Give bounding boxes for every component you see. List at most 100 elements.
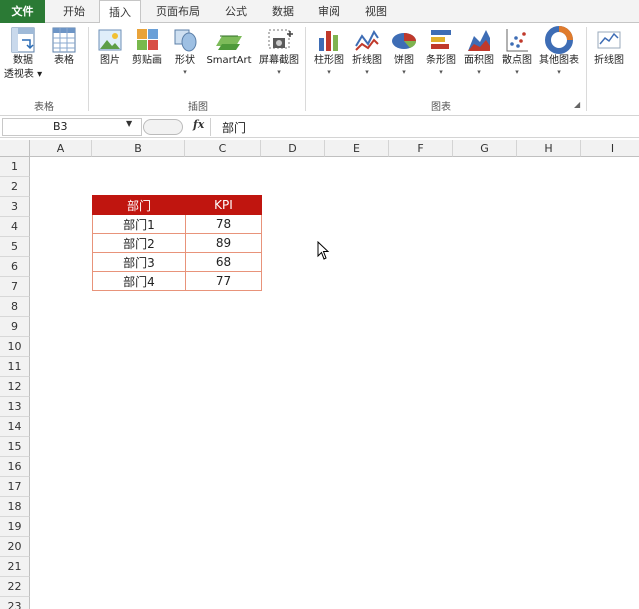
row-header[interactable]: 15 xyxy=(0,437,30,457)
clipart-button[interactable]: 剪贴画 xyxy=(128,26,166,68)
formula-bar-resize-handle[interactable] xyxy=(143,119,183,135)
row-header[interactable]: 4 xyxy=(0,217,30,237)
screenshot-icon xyxy=(268,29,293,49)
table-row: 部门2 89 xyxy=(92,233,262,253)
tab-view[interactable]: 视图 xyxy=(356,0,396,23)
row-header[interactable]: 10 xyxy=(0,337,30,357)
name-box-value: B3 xyxy=(53,120,68,133)
row-header[interactable]: 7 xyxy=(0,277,30,297)
line-chart-icon xyxy=(355,30,379,51)
cell-department[interactable]: 部门2 xyxy=(92,233,186,253)
tab-data[interactable]: 数据 xyxy=(263,0,303,23)
worksheet-grid[interactable]: A B C D E F G H I 1 2 3 4 5 6 7 8 9 10 1… xyxy=(0,138,639,609)
tab-page-layout[interactable]: 页面布局 xyxy=(149,0,207,23)
name-box[interactable]: B3 xyxy=(2,118,142,136)
picture-icon xyxy=(98,29,122,51)
cell-department[interactable]: 部门1 xyxy=(92,214,186,234)
scatter-chart-icon xyxy=(506,29,528,52)
cell-department[interactable]: 部门4 xyxy=(92,271,186,291)
table-button[interactable]: 表格 xyxy=(48,26,80,68)
row-header[interactable]: 20 xyxy=(0,537,30,557)
column-chart-icon xyxy=(319,31,338,51)
insert-function-icon[interactable]: fx xyxy=(193,118,204,131)
formula-input[interactable]: 部门 xyxy=(222,119,246,136)
header-cell-kpi[interactable]: KPI xyxy=(185,195,262,215)
row-header[interactable]: 5 xyxy=(0,237,30,257)
column-header[interactable]: B xyxy=(92,140,185,157)
cell-kpi[interactable]: 78 xyxy=(185,214,262,234)
area-chart-button[interactable]: 面积图 ▾ xyxy=(460,26,498,76)
row-header[interactable]: 13 xyxy=(0,397,30,417)
row-header[interactable]: 9 xyxy=(0,317,30,337)
area-chart-icon xyxy=(468,30,490,51)
table-row: 部门3 68 xyxy=(92,252,262,272)
row-header[interactable]: 3 xyxy=(0,197,30,217)
column-header[interactable]: E xyxy=(325,140,389,157)
table-row: 部门4 77 xyxy=(92,271,262,291)
pie-chart-button[interactable]: 饼图 ▾ xyxy=(386,26,422,76)
smartart-button[interactable]: SmartArt xyxy=(204,26,254,68)
row-header[interactable]: 8 xyxy=(0,297,30,317)
group-label-charts: 图表 xyxy=(431,102,451,113)
bar-chart-button[interactable]: 条形图 ▾ xyxy=(422,26,460,76)
clipart-icon xyxy=(137,29,158,50)
cell-kpi[interactable]: 68 xyxy=(185,252,262,272)
group-label-tables: 表格 xyxy=(34,102,54,113)
row-header[interactable]: 23 xyxy=(0,597,30,609)
row-header[interactable]: 22 xyxy=(0,577,30,597)
row-header[interactable]: 21 xyxy=(0,557,30,577)
cell-kpi[interactable]: 77 xyxy=(185,271,262,291)
row-header[interactable]: 2 xyxy=(0,177,30,197)
tab-insert[interactable]: 插入 xyxy=(99,0,141,24)
screenshot-button[interactable]: 屏幕截图 ▾ xyxy=(256,26,302,76)
ribbon-tab-bar: 文件 开始 插入 页面布局 公式 数据 审阅 视图 xyxy=(0,0,639,24)
column-chart-button[interactable]: 柱形图 ▾ xyxy=(310,26,348,76)
tab-formulas[interactable]: 公式 xyxy=(216,0,256,23)
column-header[interactable]: I xyxy=(581,140,639,157)
donut-chart-icon xyxy=(545,26,573,54)
column-header[interactable]: G xyxy=(453,140,517,157)
sparkline-line-button[interactable]: 折线图 xyxy=(590,26,628,68)
column-header[interactable]: F xyxy=(389,140,453,157)
column-header[interactable]: A xyxy=(30,140,92,157)
row-header[interactable]: 16 xyxy=(0,457,30,477)
group-separator xyxy=(305,27,306,111)
column-header[interactable]: H xyxy=(517,140,581,157)
sparkline-icon xyxy=(597,31,621,49)
row-header[interactable]: 1 xyxy=(0,157,30,177)
row-header[interactable]: 14 xyxy=(0,417,30,437)
header-cell-department[interactable]: 部门 xyxy=(92,195,186,215)
data-table: 部门 KPI 部门1 78 部门2 89 部门3 68 部门4 77 xyxy=(92,195,262,291)
bar-chart-icon xyxy=(431,30,451,49)
row-header[interactable]: 17 xyxy=(0,477,30,497)
smartart-icon xyxy=(216,35,242,50)
row-header[interactable]: 12 xyxy=(0,377,30,397)
cell-department[interactable]: 部门3 xyxy=(92,252,186,272)
name-box-dropdown-icon[interactable]: ▼ xyxy=(126,119,132,128)
pie-chart-icon xyxy=(392,33,417,49)
row-header[interactable]: 6 xyxy=(0,257,30,277)
tab-home[interactable]: 开始 xyxy=(52,0,96,23)
group-label-illustrations: 插图 xyxy=(188,102,208,113)
column-header[interactable]: D xyxy=(261,140,325,157)
formula-bar-divider xyxy=(210,118,211,136)
select-all-corner[interactable] xyxy=(0,140,30,157)
pivot-table-button[interactable]: 数据 透视表 ▾ xyxy=(2,26,44,82)
formula-bar: B3 ▼ fx 部门 xyxy=(0,116,639,138)
shapes-button[interactable]: 形状 ▾ xyxy=(168,26,202,76)
row-header[interactable]: 19 xyxy=(0,517,30,537)
row-header[interactable]: 18 xyxy=(0,497,30,517)
group-separator xyxy=(88,27,89,111)
mouse-cursor-icon xyxy=(317,241,330,260)
picture-button[interactable]: 图片 xyxy=(93,26,127,68)
line-chart-button[interactable]: 折线图 ▾ xyxy=(348,26,386,76)
tab-file[interactable]: 文件 xyxy=(0,0,45,23)
column-header[interactable]: C xyxy=(185,140,261,157)
scatter-chart-button[interactable]: 散点图 ▾ xyxy=(498,26,536,76)
other-charts-button[interactable]: 其他图表 ▾ xyxy=(536,26,582,76)
dialog-launcher-icon[interactable]: ◢ xyxy=(574,100,580,109)
cell-kpi[interactable]: 89 xyxy=(185,233,262,253)
tab-review[interactable]: 审阅 xyxy=(309,0,349,23)
table-header-row: 部门 KPI xyxy=(92,195,262,215)
row-header[interactable]: 11 xyxy=(0,357,30,377)
